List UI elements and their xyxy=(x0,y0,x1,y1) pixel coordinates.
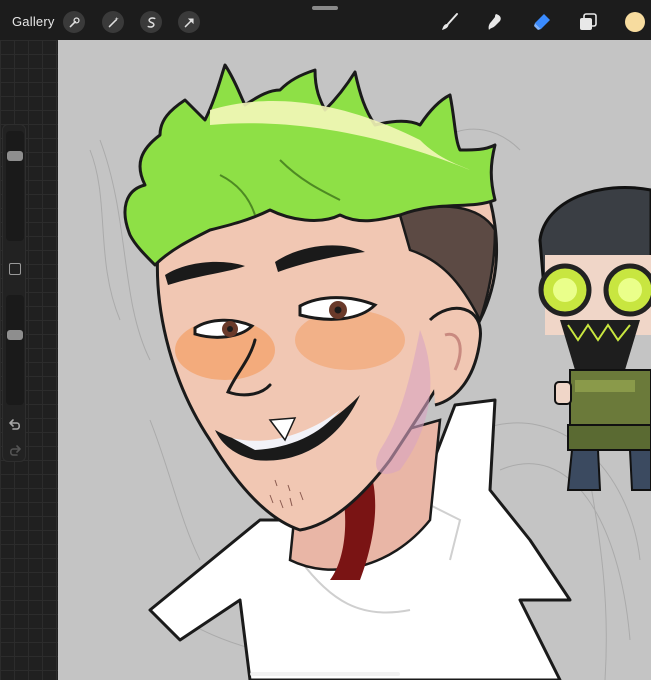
transform-arrow-icon xyxy=(184,17,194,27)
brush-size-thumb[interactable] xyxy=(7,151,23,161)
gallery-button[interactable]: Gallery xyxy=(12,14,55,29)
wrench-icon xyxy=(69,16,80,27)
opacity-slider[interactable] xyxy=(6,295,24,405)
opacity-thumb[interactable] xyxy=(7,330,23,340)
layers-button[interactable] xyxy=(576,10,600,34)
redo-icon[interactable] xyxy=(7,443,23,459)
artwork xyxy=(89,63,651,680)
drag-handle[interactable] xyxy=(312,6,338,10)
selection-button[interactable] xyxy=(140,11,162,33)
transform-button[interactable] xyxy=(178,11,200,33)
adjustments-button[interactable] xyxy=(102,11,124,33)
drawing-canvas[interactable] xyxy=(58,40,651,680)
magic-wand-icon xyxy=(108,16,119,27)
sidebar xyxy=(2,124,26,462)
chibi-character xyxy=(538,185,651,491)
brush-icon xyxy=(442,13,458,30)
home-indicator[interactable] xyxy=(250,672,400,676)
modify-button[interactable] xyxy=(9,263,21,275)
top-toolbar: Gallery xyxy=(0,0,651,40)
brush-button[interactable] xyxy=(438,10,462,34)
smudge-button[interactable] xyxy=(483,10,507,34)
eraser-button[interactable] xyxy=(530,10,554,34)
color-swatch[interactable] xyxy=(625,12,645,32)
actions-wrench-button[interactable] xyxy=(63,11,85,33)
smudge-icon xyxy=(488,14,501,30)
undo-icon[interactable] xyxy=(7,417,23,433)
layers-icon xyxy=(580,13,597,30)
selection-s-icon xyxy=(147,16,155,28)
eraser-icon xyxy=(534,14,550,30)
brush-size-slider[interactable] xyxy=(6,131,24,241)
